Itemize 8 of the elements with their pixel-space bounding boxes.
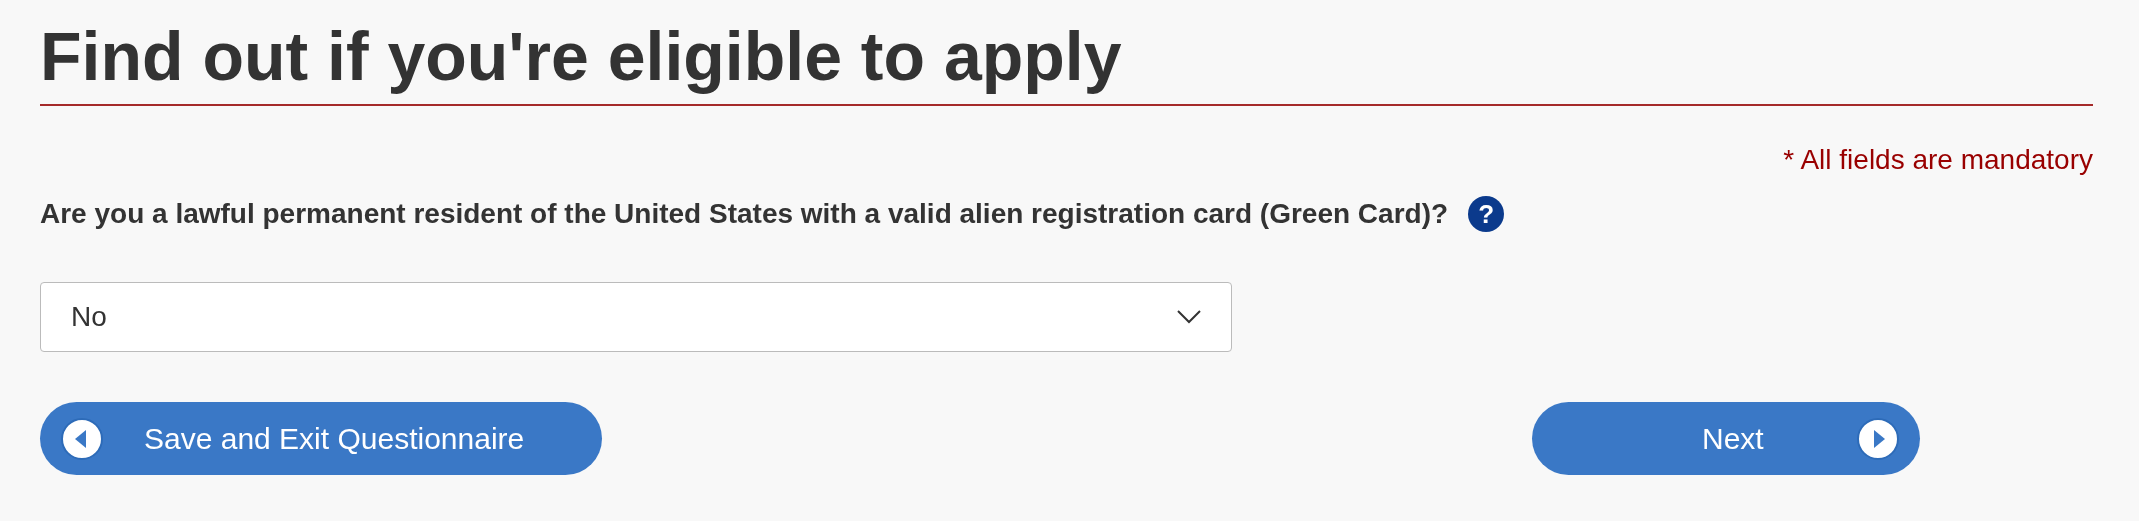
question-label: Are you a lawful permanent resident of the United States with a valid alien registration card (Green Card)?	[40, 197, 1449, 231]
dropdown-select[interactable]: No	[40, 282, 1232, 352]
page-heading: Find out if you're eligible to apply	[40, 17, 1122, 96]
mandatory-note: * All fields are mandatory	[1783, 144, 2093, 176]
chevron-down-icon	[1177, 310, 1201, 324]
help-icon[interactable]: ?	[1468, 196, 1505, 232]
next-button[interactable]: Next	[1532, 402, 1920, 475]
save-exit-button[interactable]: Save and Exit Questionnaire	[40, 402, 602, 475]
